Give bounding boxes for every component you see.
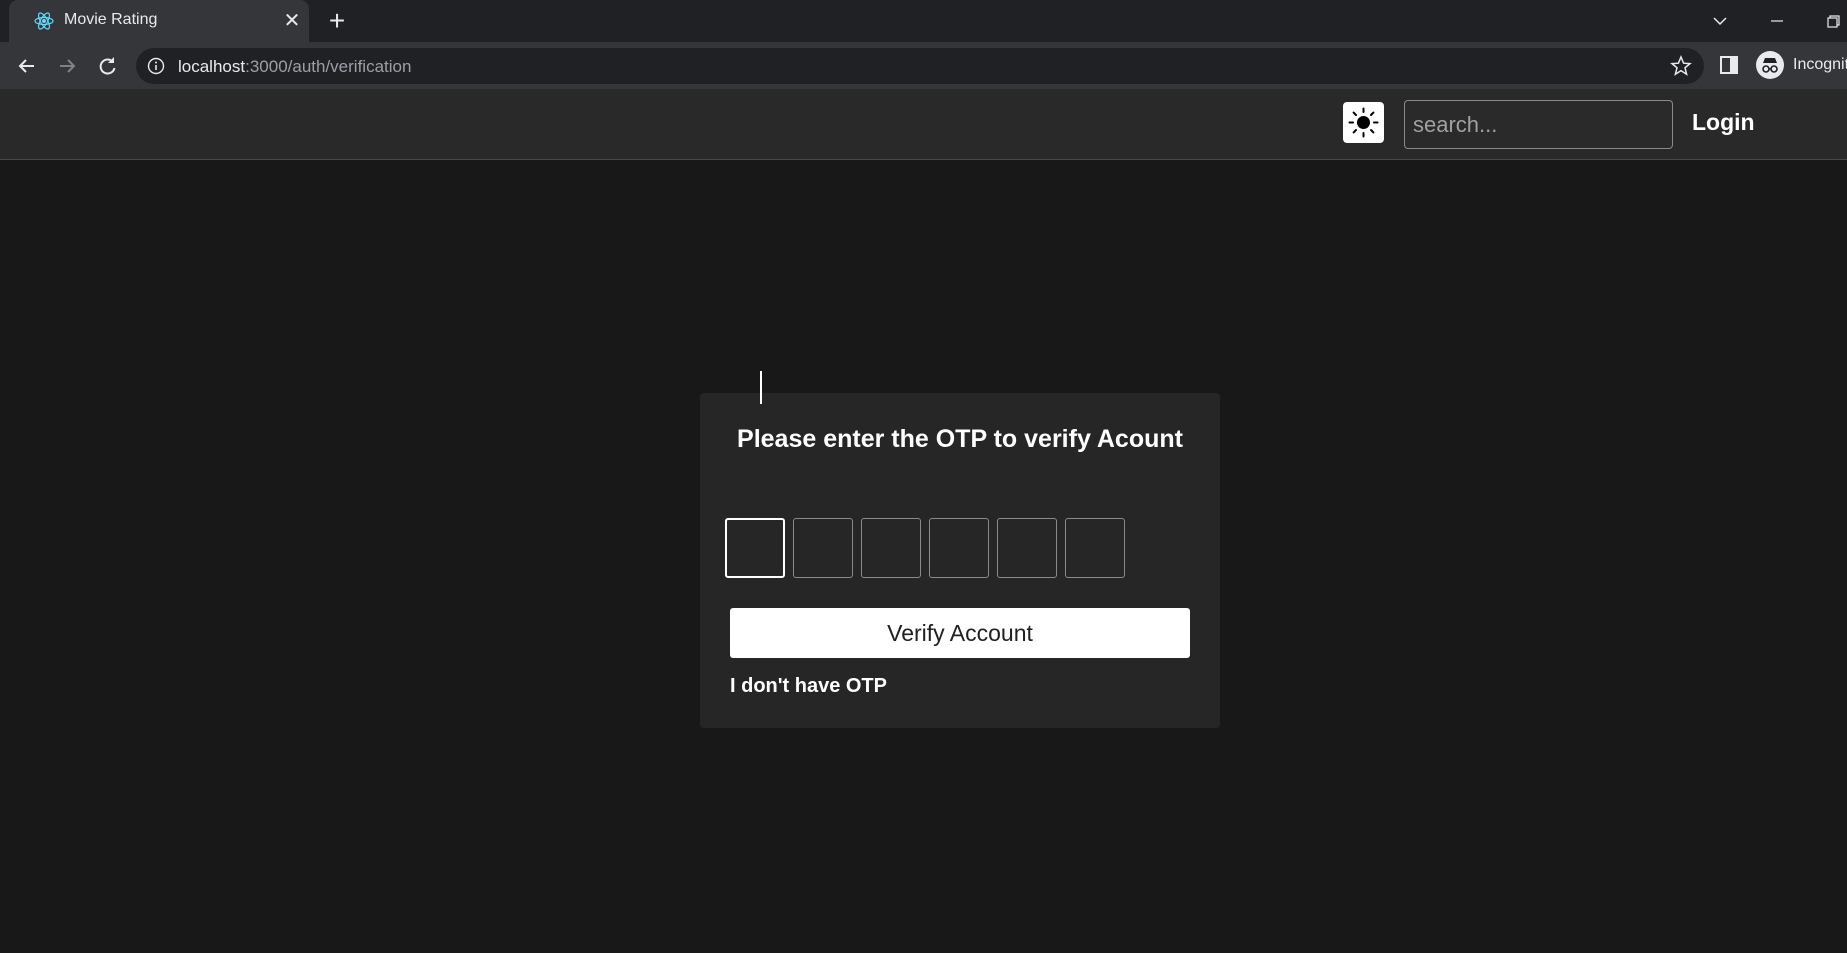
back-arrow-icon[interactable] bbox=[12, 51, 42, 81]
info-icon[interactable] bbox=[147, 57, 165, 75]
react-icon bbox=[33, 10, 55, 32]
sun-icon bbox=[1348, 107, 1379, 138]
browser-tabstrip: Movie Rating ✕ + bbox=[0, 0, 1847, 42]
url-text: localhost:3000/auth/verification bbox=[178, 57, 411, 77]
verification-title: Please enter the OTP to verify Acount bbox=[737, 425, 1183, 453]
restore-icon[interactable] bbox=[1818, 6, 1847, 36]
text-caret bbox=[760, 371, 762, 404]
no-otp-link[interactable]: I don't have OTP bbox=[730, 675, 887, 698]
theme-toggle-button[interactable] bbox=[1343, 102, 1384, 143]
otp-digit-6[interactable] bbox=[1065, 518, 1125, 578]
login-link[interactable]: Login bbox=[1692, 109, 1755, 136]
verification-card: Please enter the OTP to verify Acount Ve… bbox=[700, 393, 1220, 728]
browser-tab[interactable]: Movie Rating ✕ bbox=[9, 0, 309, 42]
profile-label: Incognito bbox=[1793, 56, 1847, 73]
browser-toolbar: localhost:3000/auth/verification Incogni… bbox=[0, 42, 1847, 89]
reload-icon[interactable] bbox=[92, 51, 122, 81]
star-icon[interactable] bbox=[1670, 55, 1692, 77]
search-input[interactable] bbox=[1404, 100, 1673, 149]
tab-search-chevron-icon[interactable] bbox=[1705, 6, 1735, 36]
otp-digit-5[interactable] bbox=[997, 518, 1057, 578]
minimize-icon[interactable] bbox=[1762, 6, 1792, 36]
url-path: :3000/auth/verification bbox=[245, 57, 412, 76]
new-tab-plus-icon[interactable]: + bbox=[323, 7, 351, 36]
otp-digit-4[interactable] bbox=[929, 518, 989, 578]
tab-title: Movie Rating bbox=[64, 11, 158, 28]
otp-digit-1[interactable] bbox=[725, 518, 785, 578]
main-content: Please enter the OTP to verify Acount Ve… bbox=[0, 160, 1847, 953]
otp-digit-2[interactable] bbox=[793, 518, 853, 578]
app-header: Login bbox=[0, 89, 1847, 160]
close-icon[interactable]: ✕ bbox=[281, 10, 303, 32]
otp-digit-3[interactable] bbox=[861, 518, 921, 578]
address-bar[interactable]: localhost:3000/auth/verification bbox=[136, 48, 1704, 84]
forward-arrow-icon[interactable] bbox=[52, 51, 82, 81]
verify-account-button[interactable]: Verify Account bbox=[730, 608, 1190, 658]
side-panel-icon[interactable] bbox=[1718, 54, 1740, 76]
incognito-icon[interactable] bbox=[1756, 51, 1784, 79]
url-host: localhost bbox=[178, 57, 246, 76]
